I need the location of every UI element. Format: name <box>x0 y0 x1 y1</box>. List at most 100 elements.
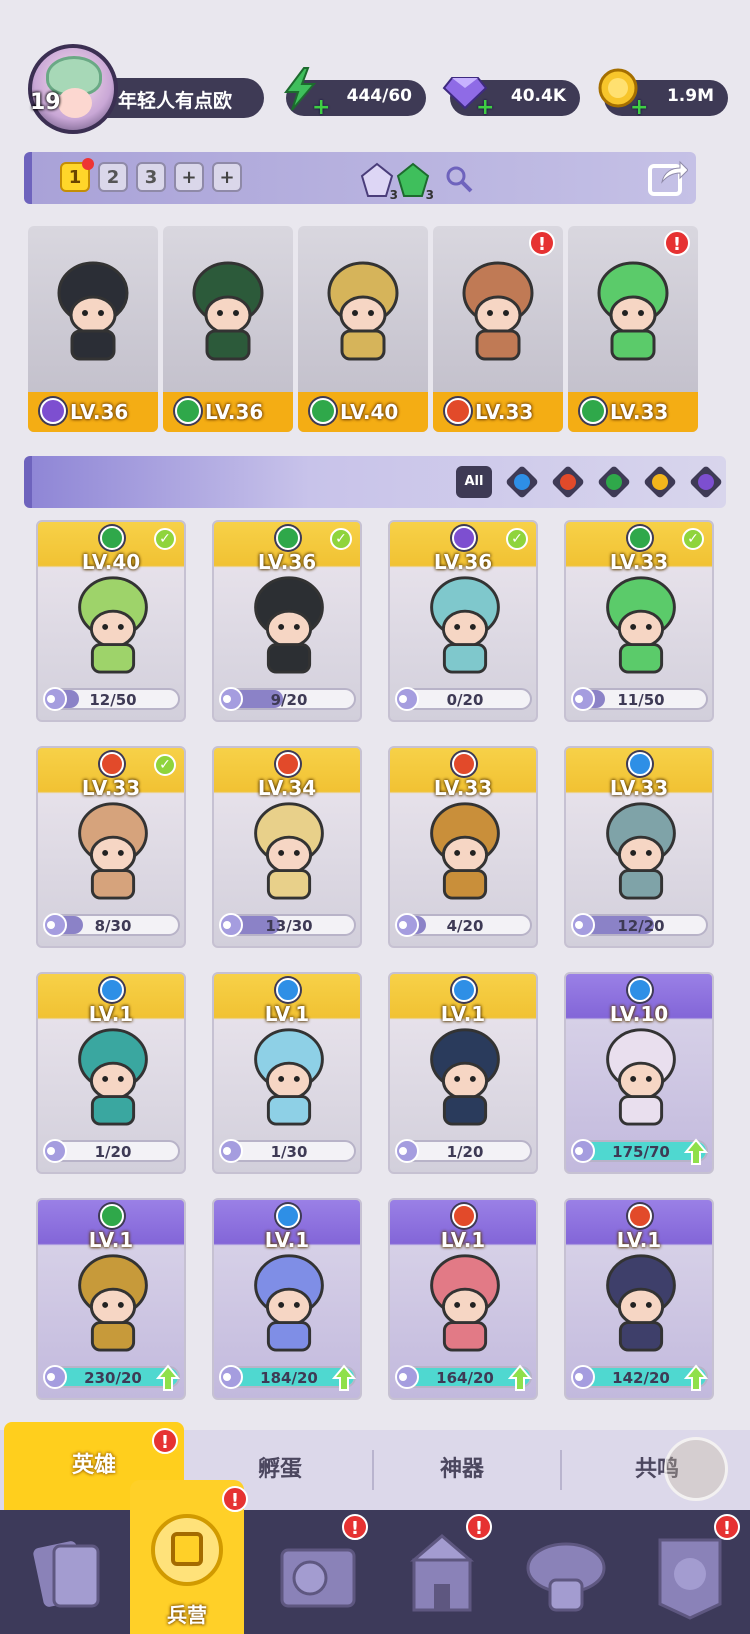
team-hero-card[interactable]: LV.36 <box>28 226 158 432</box>
fire-element-icon <box>276 752 300 776</box>
shard-progress-text: 1/20 <box>94 1143 132 1161</box>
hero-card[interactable]: LV.34 13/30 <box>212 746 362 948</box>
team-tab-3[interactable]: 3 <box>136 162 166 192</box>
filter-dark-button[interactable] <box>688 464 724 500</box>
energy-plus-icon[interactable]: + <box>312 97 332 119</box>
nature-element-icon <box>100 526 124 550</box>
player-avatar[interactable] <box>28 44 118 134</box>
gems-plus-icon[interactable]: + <box>476 97 496 119</box>
hero-card[interactable]: LV.40 ✓ 12/50 <box>36 520 186 722</box>
hero-card[interactable]: LV.1 184/20 <box>212 1198 362 1400</box>
hero-portrait-icon <box>254 1254 324 1352</box>
team-hero-level: LV.33 <box>475 400 534 424</box>
hero-level: LV.33 <box>81 776 141 800</box>
team-hero-alert: ! <box>529 230 555 256</box>
team-hero-portrait <box>173 248 283 368</box>
filter-nature-button[interactable] <box>596 464 632 500</box>
hero-level: LV.1 <box>440 1228 486 1252</box>
hero-portrait-icon <box>254 1028 324 1126</box>
tab-artifacts[interactable]: 神器 <box>376 1430 548 1510</box>
magnifier-icon[interactable] <box>444 164 474 194</box>
team-tab-1-alert <box>82 158 94 170</box>
hero-card[interactable]: LV.1 230/20 <box>36 1198 186 1400</box>
cards-icon <box>33 1541 100 1608</box>
hero-portrait <box>578 1020 704 1128</box>
team-gem-slot-1[interactable]: 3 <box>358 162 398 202</box>
hero-portrait <box>578 568 704 676</box>
gold-pill[interactable]: + 1.9M <box>598 68 728 119</box>
team-hero-card[interactable]: LV.40 <box>298 226 428 432</box>
hero-portrait-icon <box>606 576 676 674</box>
nav-castle-button[interactable]: ! <box>392 1514 492 1626</box>
hero-card[interactable]: LV.1 164/20 <box>388 1198 538 1400</box>
team-hero-card[interactable]: LV.33! <box>568 226 698 432</box>
team-hero-level: LV.36 <box>205 400 264 424</box>
hero-level: LV.34 <box>257 776 317 800</box>
shard-progress-text: 11/50 <box>617 691 665 709</box>
hero-portrait <box>402 1020 528 1128</box>
nature-element-icon <box>100 1204 124 1228</box>
filter-light-button[interactable] <box>642 464 678 500</box>
hero-card[interactable]: LV.33 4/20 <box>388 746 538 948</box>
upgrade-arrow-icon <box>331 1364 357 1392</box>
nav-map-book-button[interactable]: ! <box>268 1514 368 1626</box>
hero-card[interactable]: LV.36 ✓ 0/20 <box>388 520 538 722</box>
hero-card[interactable]: LV.33 ✓ 8/30 <box>36 746 186 948</box>
hero-portrait <box>402 1246 528 1354</box>
add-team-button[interactable]: + <box>174 162 204 192</box>
nav-guild-banner-button[interactable]: ! <box>640 1514 740 1626</box>
hero-card[interactable]: LV.1 1/20 <box>388 972 538 1174</box>
hero-card[interactable]: LV.1 1/30 <box>212 972 362 1174</box>
team-tab-2[interactable]: 2 <box>98 162 128 192</box>
dark-element-icon <box>452 526 476 550</box>
nav-cards-button[interactable] <box>20 1526 120 1626</box>
nav-alert-badge: ! <box>222 1486 248 1512</box>
shard-progress-bar: 1/20 <box>43 1139 180 1163</box>
filter-all-button[interactable]: All <box>456 466 492 498</box>
share-icon[interactable] <box>646 156 688 198</box>
hero-portrait-icon <box>254 802 324 900</box>
dark-element-icon <box>40 398 66 424</box>
team-gem-slot-2[interactable]: 3 <box>394 162 434 202</box>
top-bar: 19 年轻人有点欧 + 444/60 + 40.4K + 1.9M <box>0 40 750 134</box>
team-hero-level: LV.36 <box>70 400 129 424</box>
team-hero-level: LV.33 <box>610 400 669 424</box>
filter-water-button[interactable] <box>504 464 540 500</box>
tab-divider <box>372 1450 374 1490</box>
team-heroes-row: LV.36 LV.36 LV.40 LV.33! LV.33! <box>28 226 720 432</box>
floating-joystick[interactable] <box>664 1437 728 1501</box>
hero-card[interactable]: LV.33 ✓ 11/50 <box>564 520 714 722</box>
nav-alert-badge: ! <box>466 1514 492 1540</box>
shard-progress-bar: 9/20 <box>219 687 356 711</box>
hero-level: LV.1 <box>616 1228 662 1252</box>
nav-mushroom-house-button[interactable] <box>516 1526 616 1626</box>
gold-plus-icon[interactable]: + <box>630 97 650 119</box>
hero-card[interactable]: LV.1 142/20 <box>564 1198 714 1400</box>
hero-portrait <box>50 1020 176 1128</box>
hero-card[interactable]: LV.33 12/20 <box>564 746 714 948</box>
gems-pill[interactable]: + 40.4K <box>442 77 580 119</box>
light-element-icon <box>644 466 676 498</box>
hero-card[interactable]: LV.10 175/70 <box>564 972 714 1174</box>
hero-portrait-icon <box>192 261 264 361</box>
hero-level: LV.33 <box>433 776 493 800</box>
team-hero-card[interactable]: LV.33! <box>433 226 563 432</box>
team-gem-slot-2-count: 3 <box>425 188 434 202</box>
hero-level: LV.1 <box>88 1002 134 1026</box>
hero-card[interactable]: LV.1 1/20 <box>36 972 186 1174</box>
hero-portrait <box>402 568 528 676</box>
deployed-check-icon: ✓ <box>154 754 176 776</box>
filter-fire-button[interactable] <box>550 464 586 500</box>
nav-barracks-button[interactable]: 兵营! <box>130 1480 248 1634</box>
energy-pill[interactable]: + 444/60 <box>284 67 426 119</box>
upgrade-arrow-icon <box>507 1364 533 1392</box>
add-team-button-2[interactable]: + <box>212 162 242 192</box>
shard-progress-text: 12/50 <box>89 691 137 709</box>
hero-portrait-icon <box>606 802 676 900</box>
player-level: 19 <box>30 90 61 115</box>
hero-card[interactable]: LV.36 ✓ 9/20 <box>212 520 362 722</box>
deployed-check-icon: ✓ <box>682 528 704 550</box>
team-hero-card[interactable]: LV.36 <box>163 226 293 432</box>
team-bar: 1 2 3 + + 3 3 <box>24 152 696 204</box>
energy-value: 444/60 <box>346 86 412 106</box>
